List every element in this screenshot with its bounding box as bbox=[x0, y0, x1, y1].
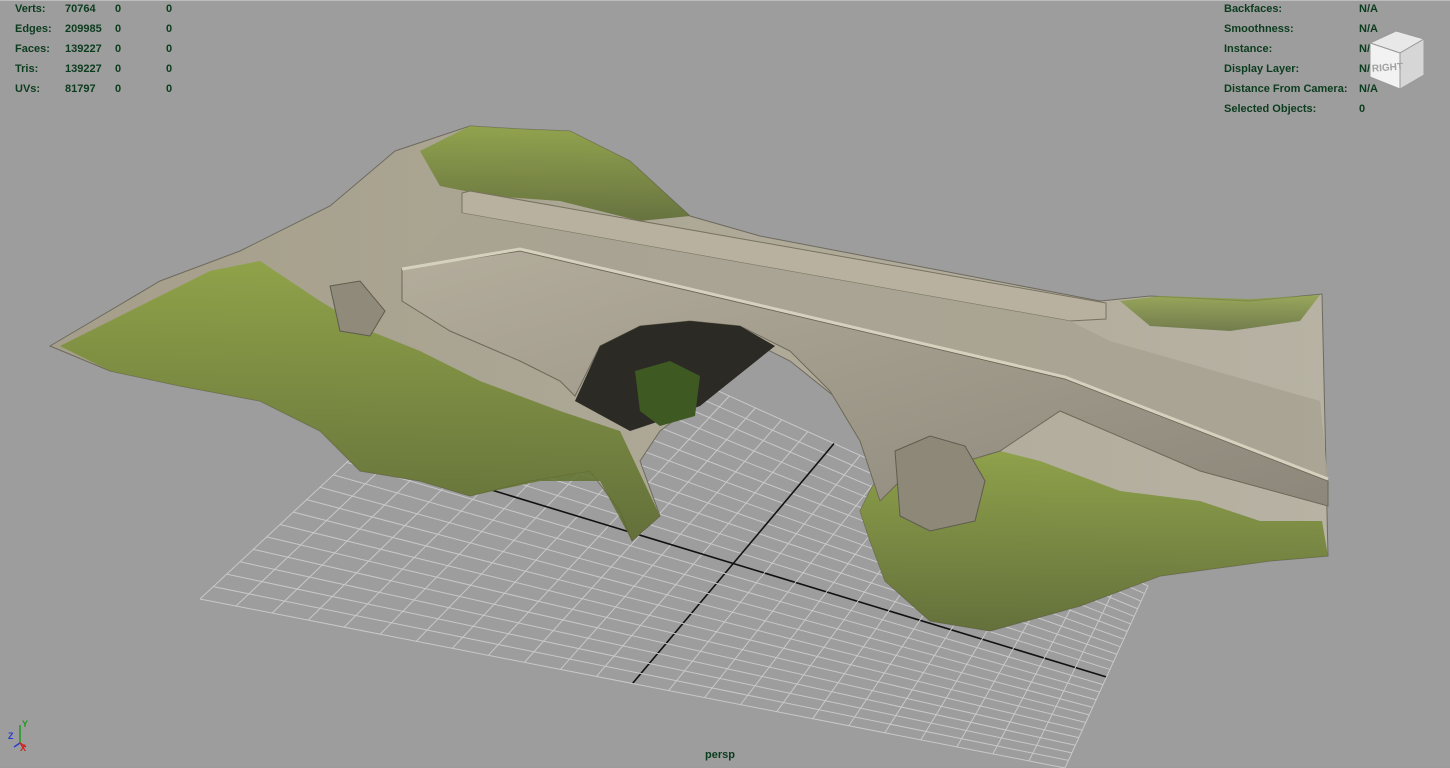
hud-component: 0 bbox=[166, 43, 173, 55]
hud-label: Verts: bbox=[15, 3, 46, 15]
viewport-persp[interactable]: Verts: 70764 0 0 Edges: 209985 0 0 Faces… bbox=[0, 0, 1450, 768]
hud-label: Smoothness: bbox=[1224, 23, 1294, 35]
hud-total: 139227 bbox=[65, 63, 102, 75]
hud-label: Faces: bbox=[15, 43, 50, 55]
hud-label: Selected Objects: bbox=[1224, 103, 1317, 115]
hud-value: N/A bbox=[1359, 3, 1378, 15]
hud-label: Instance: bbox=[1224, 43, 1273, 55]
hud-label: Distance From Camera: bbox=[1224, 83, 1348, 95]
hud-component: 0 bbox=[166, 83, 173, 95]
hud-label: Backfaces: bbox=[1224, 3, 1283, 15]
hud-selected: 0 bbox=[115, 43, 122, 55]
hud-component: 0 bbox=[166, 3, 173, 15]
grid-line bbox=[704, 466, 887, 698]
viewcube-icon[interactable]: RIGHT bbox=[1366, 27, 1426, 91]
hud-selected: 0 bbox=[115, 3, 122, 15]
axis-z-label: Z bbox=[8, 731, 14, 741]
hud-component: 0 bbox=[166, 63, 173, 75]
viewcube-face-label: RIGHT bbox=[1372, 62, 1404, 75]
camera-label: persp bbox=[705, 749, 735, 761]
axis-gizmo-icon: Y Z X bbox=[8, 719, 28, 753]
hud-total: 70764 bbox=[65, 3, 96, 15]
hud-total: 139227 bbox=[65, 43, 102, 55]
hud-selected: 0 bbox=[115, 63, 122, 75]
hud-selected: 0 bbox=[115, 23, 122, 35]
hud-component: 0 bbox=[166, 23, 173, 35]
hud-label: Edges: bbox=[15, 23, 52, 35]
axis-x-label: X bbox=[20, 743, 26, 753]
hud-label: Display Layer: bbox=[1224, 63, 1300, 75]
axis-y-label: Y bbox=[22, 719, 28, 729]
hud-label: UVs: bbox=[15, 83, 41, 95]
hud-value: 0 bbox=[1359, 103, 1366, 115]
hud-label: Tris: bbox=[15, 63, 39, 75]
hud-total: 81797 bbox=[65, 83, 96, 95]
hud-total: 209985 bbox=[65, 23, 102, 35]
hud-selected: 0 bbox=[115, 83, 122, 95]
